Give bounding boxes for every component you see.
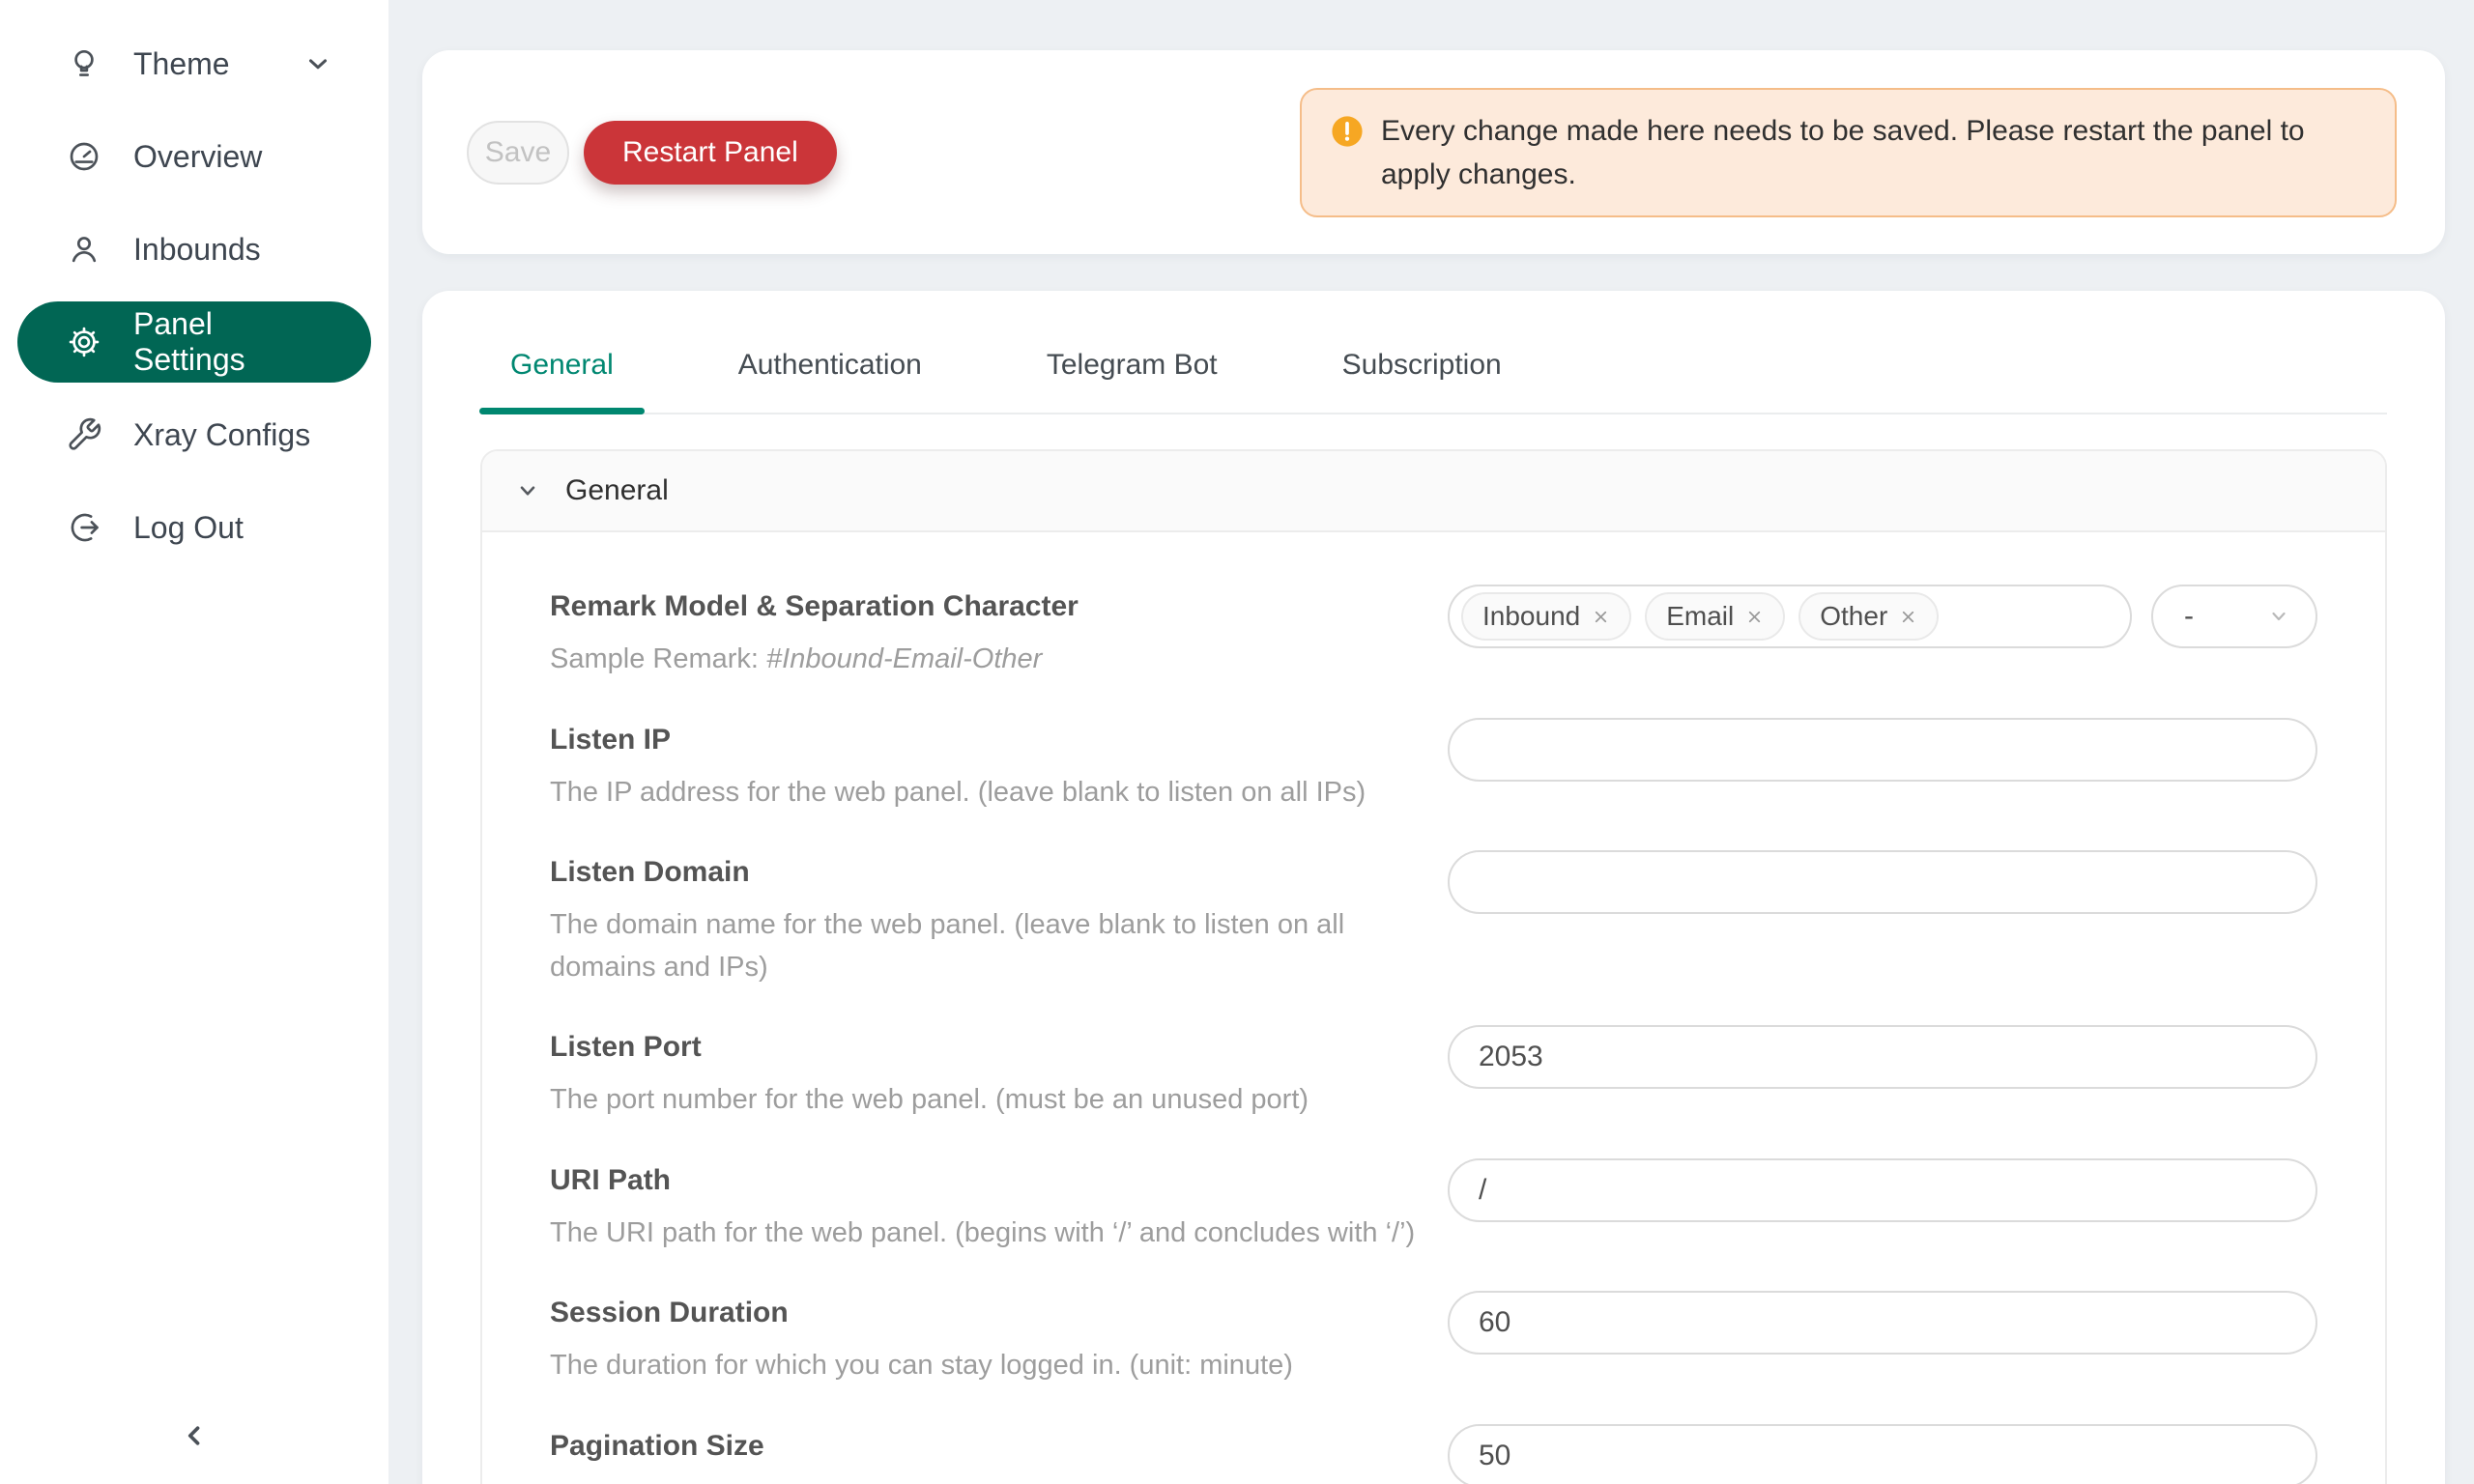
section-title: General <box>565 474 669 507</box>
sidebar-item-theme[interactable]: Theme <box>17 23 371 104</box>
form-row-uri-path: URI Path The URI path for the web panel.… <box>482 1143 2385 1276</box>
close-icon[interactable] <box>1592 608 1610 626</box>
uri-path-input[interactable] <box>1448 1158 2317 1222</box>
field-label: Remark Model & Separation Character <box>550 590 1428 623</box>
restart-warning-alert: Every change made here needs to be saved… <box>1300 88 2397 217</box>
sidebar-item-label: Panel Settings <box>133 306 332 378</box>
gear-icon <box>66 324 102 360</box>
sidebar-item-label: Xray Configs <box>133 417 310 453</box>
close-icon[interactable] <box>1899 608 1917 626</box>
pagination-size-input[interactable] <box>1448 1424 2317 1484</box>
tag-inbound[interactable]: Inbound <box>1461 592 1631 641</box>
tab-telegram-bot[interactable]: Telegram Bot <box>1045 324 1220 413</box>
general-collapse-panel: General Remark Model & Separation Charac… <box>480 449 2387 1484</box>
listen-domain-input[interactable] <box>1448 850 2317 914</box>
separator-select-value: - <box>2184 600 2194 633</box>
field-description: Sample Remark: #Inbound-Email-Other <box>550 639 1428 681</box>
sidebar-item-panel-settings[interactable]: Panel Settings <box>17 301 371 383</box>
sidebar-item-label: Inbounds <box>133 232 261 268</box>
sidebar-collapse-button[interactable] <box>0 1409 388 1463</box>
field-description: The port number for the web panel. (must… <box>550 1079 1428 1122</box>
field-description: The duration for which you can stay logg… <box>550 1345 1428 1387</box>
logout-icon <box>66 509 102 546</box>
listen-ip-input[interactable] <box>1448 718 2317 782</box>
form-row-session-duration: Session Duration The duration for which … <box>482 1275 2385 1409</box>
general-section-header[interactable]: General <box>482 451 2385 532</box>
sidebar-item-xray-configs[interactable]: Xray Configs <box>17 394 371 475</box>
sample-remark-value: #Inbound-Email-Other <box>766 643 1042 674</box>
tag-other[interactable]: Other <box>1798 592 1939 641</box>
field-label: Listen Port <box>550 1031 1428 1064</box>
user-icon <box>66 231 102 268</box>
separator-select[interactable]: - <box>2151 585 2317 648</box>
field-label: Session Duration <box>550 1297 1428 1329</box>
general-form: Remark Model & Separation Character Samp… <box>482 532 2385 1484</box>
tab-authentication[interactable]: Authentication <box>736 324 924 413</box>
sidebar: Theme Overview Inbounds Panel Settings <box>0 0 388 1484</box>
wrench-icon <box>66 416 102 453</box>
sidebar-item-overview[interactable]: Overview <box>17 116 371 197</box>
session-duration-input[interactable] <box>1448 1291 2317 1355</box>
form-row-pagination-size: Pagination Size <box>482 1409 2385 1484</box>
chevron-down-icon <box>515 478 540 503</box>
chevron-down-icon <box>2267 605 2290 628</box>
sidebar-item-label: Theme <box>133 46 230 82</box>
alert-text: Every change made here needs to be saved… <box>1381 109 2366 196</box>
exclamation-circle-icon <box>1331 115 1364 148</box>
sidebar-item-log-out[interactable]: Log Out <box>17 487 371 568</box>
sidebar-item-label: Overview <box>133 139 262 175</box>
field-description: The domain name for the web panel. (leav… <box>550 904 1428 988</box>
field-label: Pagination Size <box>550 1430 1428 1463</box>
action-bar: Save Restart Panel Every change made her… <box>422 50 2445 254</box>
field-description: The IP address for the web panel. (leave… <box>550 772 1428 814</box>
field-label: Listen Domain <box>550 856 1428 889</box>
main-content: Save Restart Panel Every change made her… <box>388 0 2474 1484</box>
sidebar-item-label: Log Out <box>133 510 244 546</box>
tag-email[interactable]: Email <box>1645 592 1785 641</box>
remark-model-tags-input[interactable]: Inbound Email Other <box>1448 585 2132 648</box>
close-icon[interactable] <box>1745 608 1764 626</box>
restart-panel-button[interactable]: Restart Panel <box>584 121 837 185</box>
field-description: The URI path for the web panel. (begins … <box>550 1213 1428 1255</box>
form-row-listen-domain: Listen Domain The domain name for the we… <box>482 835 2385 1010</box>
action-buttons: Save Restart Panel <box>467 121 837 185</box>
form-row-remark-model: Remark Model & Separation Character Samp… <box>482 569 2385 702</box>
form-row-listen-port: Listen Port The port number for the web … <box>482 1010 2385 1143</box>
tab-subscription[interactable]: Subscription <box>1340 324 1504 413</box>
sidebar-item-inbounds[interactable]: Inbounds <box>17 209 371 290</box>
save-button[interactable]: Save <box>467 121 569 185</box>
form-row-listen-ip: Listen IP The IP address for the web pan… <box>482 702 2385 836</box>
field-label: URI Path <box>550 1164 1428 1197</box>
tab-general[interactable]: General <box>508 324 616 413</box>
settings-tabs: General Authentication Telegram Bot Subs… <box>480 324 2387 414</box>
bulb-icon <box>66 45 102 82</box>
listen-port-input[interactable] <box>1448 1025 2317 1089</box>
chevron-left-icon <box>178 1419 211 1452</box>
panel-settings-card: General Authentication Telegram Bot Subs… <box>422 291 2445 1484</box>
field-label: Listen IP <box>550 724 1428 756</box>
chevron-down-icon <box>303 49 332 78</box>
dashboard-icon <box>66 138 102 175</box>
